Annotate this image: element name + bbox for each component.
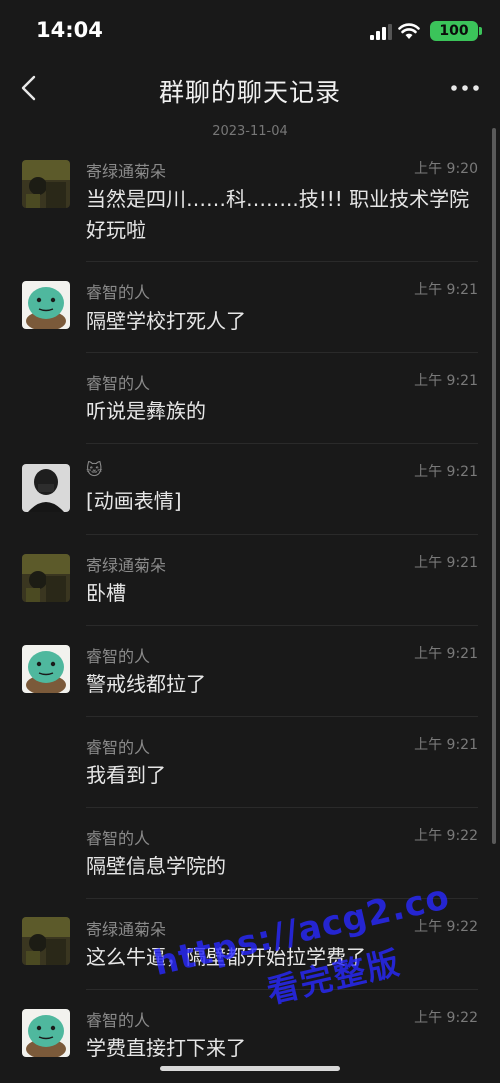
message-text: 当然是四川……科……..技!!! 职业技术学院好玩啦 [86, 187, 470, 242]
message-time: 上午 9:20 [414, 161, 478, 177]
nav-bar: 群聊的聊天记录 [0, 60, 500, 116]
message-item[interactable]: 寄绿通菊朵 上午 9:21 卧槽 [0, 535, 500, 626]
avatar-green-turtle[interactable] [22, 1009, 70, 1057]
status-time: 14:04 [36, 18, 103, 42]
message-text: 我看到了 [86, 763, 166, 787]
avatar-green-turtle[interactable] [22, 281, 70, 329]
battery-indicator: 100 [430, 21, 482, 41]
wifi-icon [398, 23, 420, 39]
divider [86, 261, 478, 262]
message-time: 上午 9:21 [414, 646, 478, 662]
message-item[interactable]: 睿智的人 上午 9:21 听说是彝族的 [0, 353, 500, 444]
avatar-dark-photo[interactable] [22, 160, 70, 208]
date-separator: 2023-11-04 [212, 124, 288, 139]
sender-name: 寄绿通菊朵 [86, 162, 167, 181]
message-time: 上午 9:22 [414, 919, 478, 935]
avatar-dark-photo[interactable] [22, 917, 70, 965]
message-item[interactable]: 睿智的人 上午 9:22 隔壁信息学院的 [0, 808, 500, 899]
message-text: [动画表情] [86, 489, 182, 513]
more-button[interactable] [448, 74, 482, 102]
avatar-dark-photo[interactable] [22, 554, 70, 602]
message-time: 上午 9:21 [414, 737, 478, 753]
message-time: 上午 9:21 [414, 555, 478, 571]
sender-name: 睿智的人 [86, 283, 151, 302]
message-text: 隔壁学校打死人了 [86, 309, 246, 333]
message-time: 上午 9:21 [414, 373, 478, 389]
sender-name: 🐱 [86, 460, 103, 479]
message-item[interactable]: 🐱 上午 9:21 [动画表情] [0, 444, 500, 535]
sender-name: 寄绿通菊朵 [86, 920, 167, 939]
message-item[interactable]: 睿智的人 上午 9:21 我看到了 [0, 717, 500, 808]
message-text: 隔壁信息学院的 [86, 854, 226, 878]
sender-name: 睿智的人 [86, 374, 151, 393]
message-text: 听说是彝族的 [86, 399, 206, 423]
sender-name: 睿智的人 [86, 829, 151, 848]
message-time: 上午 9:22 [414, 828, 478, 844]
message-text: 卧槽 [86, 581, 126, 605]
page-title: 群聊的聊天记录 [158, 78, 341, 107]
sender-name: 睿智的人 [86, 738, 151, 757]
message-time: 上午 9:21 [414, 282, 478, 298]
message-item[interactable]: 寄绿通菊朵 上午 9:20 当然是四川……科……..技!!! 职业技术学院好玩啦 [0, 150, 500, 262]
message-text: 警戒线都拉了 [86, 672, 206, 696]
sender-name: 睿智的人 [86, 1011, 151, 1030]
message-item[interactable]: 寄绿通菊朵 上午 9:22 这么牛逼，隔壁都开始拉学费了 [0, 899, 500, 990]
status-bar: 14:04 100 [0, 0, 500, 60]
sender-name: 寄绿通菊朵 [86, 556, 167, 575]
more-dots-icon [451, 85, 479, 91]
home-indicator[interactable] [160, 1066, 340, 1071]
message-text: 学费直接打下来了 [86, 1036, 246, 1060]
message-item[interactable]: 睿智的人 上午 9:22 学费直接打下来了 [0, 990, 500, 1070]
message-item[interactable]: 睿智的人 上午 9:21 隔壁学校打死人了 [0, 263, 500, 353]
message-time: 上午 9:21 [414, 464, 478, 480]
signal-icon [370, 24, 392, 40]
sender-name: 睿智的人 [86, 647, 151, 666]
message-item[interactable]: 睿智的人 上午 9:21 警戒线都拉了 [0, 626, 500, 717]
status-icons: 100 [358, 20, 482, 42]
message-time: 上午 9:22 [414, 1010, 478, 1026]
scrollbar[interactable] [492, 128, 496, 844]
avatar-masked-person[interactable] [22, 464, 70, 512]
message-text: 这么牛逼，隔壁都开始拉学费了 [86, 945, 366, 969]
avatar-green-turtle[interactable] [22, 645, 70, 693]
